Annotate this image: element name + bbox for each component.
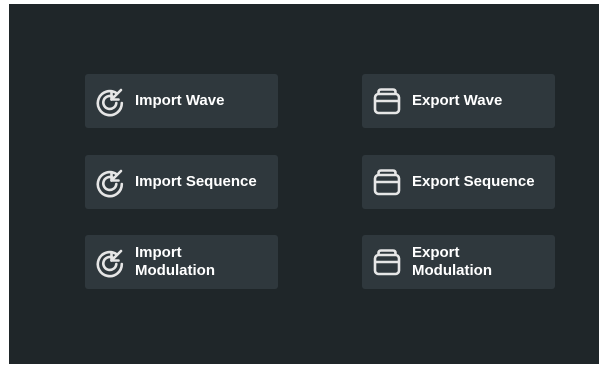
export-sequence-button[interactable]: Export Sequence — [362, 155, 555, 209]
import-icon — [94, 246, 126, 278]
file-io-panel: Import Wave Export Wave Import Sequence — [9, 4, 599, 364]
export-wave-label: Export Wave — [412, 92, 503, 109]
export-sequence-label: Export Sequence — [412, 173, 535, 190]
import-modulation-label: Import Modulation — [135, 244, 215, 279]
import-wave-label: Import Wave — [135, 92, 225, 109]
export-icon — [371, 246, 403, 278]
import-icon — [94, 85, 126, 117]
import-sequence-label: Import Sequence — [135, 173, 257, 190]
export-wave-button[interactable]: Export Wave — [362, 74, 555, 128]
export-modulation-label: Export Modulation — [412, 244, 492, 279]
import-icon — [94, 166, 126, 198]
export-icon — [371, 85, 403, 117]
import-wave-button[interactable]: Import Wave — [85, 74, 278, 128]
import-modulation-button[interactable]: Import Modulation — [85, 235, 278, 289]
import-sequence-button[interactable]: Import Sequence — [85, 155, 278, 209]
export-modulation-button[interactable]: Export Modulation — [362, 235, 555, 289]
export-icon — [371, 166, 403, 198]
